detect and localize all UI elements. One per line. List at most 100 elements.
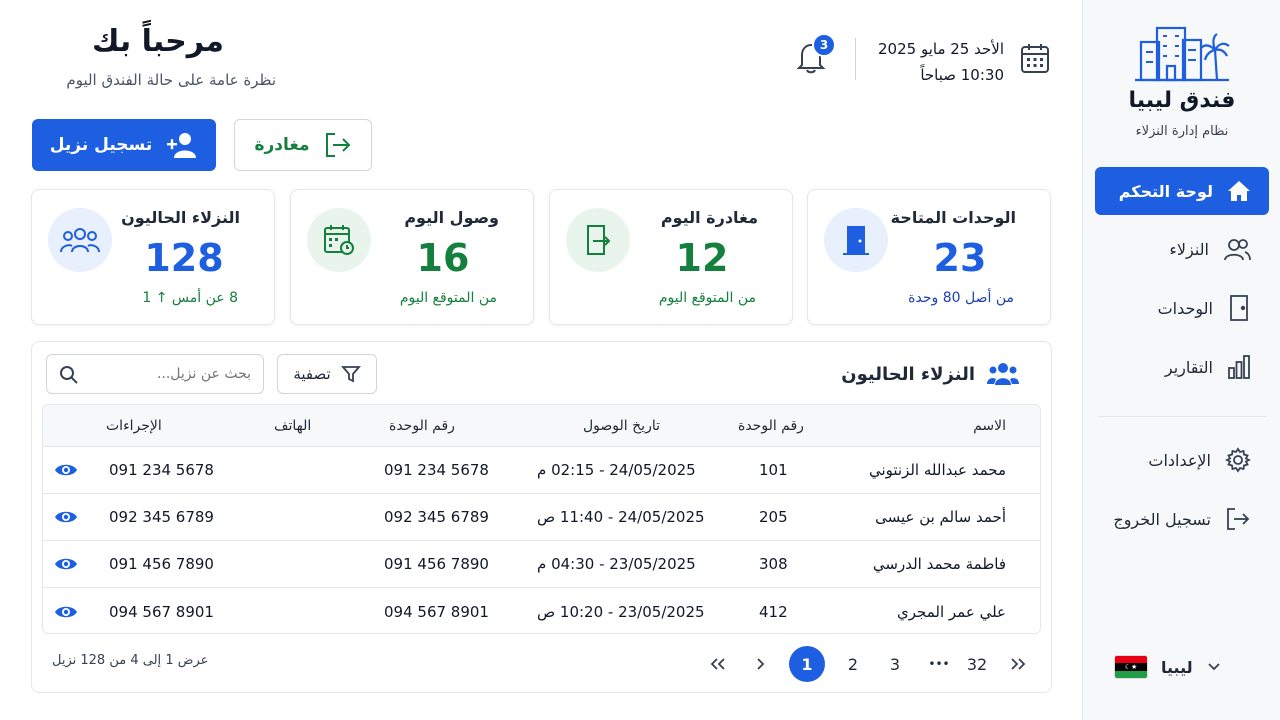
- column-header-actions: الإجراءات: [106, 417, 162, 434]
- phone-number: 091 234 5678: [109, 461, 214, 479]
- sidebar-item-label: الوحدات: [1157, 298, 1213, 318]
- sidebar-item-logout[interactable]: تسجيل الخروج: [1095, 495, 1269, 543]
- button-label: مغادرة: [254, 135, 310, 155]
- button-label: تسجيل نزيل: [49, 135, 153, 155]
- first-page-button[interactable]: [706, 646, 730, 682]
- table-row: محمد عبدالله الزنتوني 101 24/05/2025 - 0…: [43, 447, 1040, 494]
- last-page-button[interactable]: 32: [962, 646, 992, 682]
- notification-badge: 3: [812, 33, 836, 57]
- stat-value: 128: [144, 236, 224, 280]
- search-icon: [59, 365, 79, 385]
- panel-title-text: النزلاء الحاليون: [841, 363, 975, 385]
- search-box[interactable]: [46, 354, 264, 394]
- gear-icon: [1225, 447, 1251, 473]
- header-divider: [855, 38, 856, 80]
- column-header-arrival: تاريخ الوصول: [583, 417, 660, 434]
- chevron-down-icon: [1207, 662, 1221, 672]
- page-2-button[interactable]: 2: [840, 646, 866, 682]
- stat-subtitle: من أصل 80 وحدة: [908, 290, 1014, 306]
- guest-name: علي عمر المجري: [897, 602, 1006, 621]
- bar-chart-icon: [1227, 354, 1251, 380]
- current-time: 10:30 صباحاً: [920, 66, 1004, 84]
- sidebar-item-reports[interactable]: التقارير: [1095, 343, 1269, 391]
- stat-subtitle: من المتوقع اليوم: [399, 290, 497, 306]
- sidebar-item-settings[interactable]: الإعدادات: [1095, 436, 1269, 484]
- unit-number-2: 091 234 5678: [384, 461, 489, 479]
- phone-number: 091 456 7890: [109, 555, 214, 573]
- sidebar-item-dashboard[interactable]: لوحة التحكم: [1095, 167, 1269, 215]
- arrival-date: 23/05/2025 - 10:20 ص: [537, 602, 705, 621]
- unit-number-2: 091 456 7890: [384, 555, 489, 573]
- view-button[interactable]: [54, 588, 78, 633]
- button-label: تصفية: [293, 365, 331, 383]
- guest-name: أحمد سالم بن عيسى: [875, 508, 1006, 526]
- view-button[interactable]: [54, 541, 78, 587]
- unit-number: 101: [759, 461, 788, 479]
- filter-button[interactable]: تصفية: [277, 354, 377, 394]
- view-button[interactable]: [54, 447, 78, 493]
- arrival-date: 24/05/2025 - 11:40 ص: [537, 508, 705, 526]
- search-input[interactable]: [91, 363, 251, 385]
- checkout-button[interactable]: مغادرة: [234, 119, 372, 171]
- arrival-date: 23/05/2025 - 04:30 م: [537, 555, 696, 573]
- stat-card-arrivals: وصول اليوم 16 من المتوقع اليوم: [290, 189, 534, 325]
- current-guests-panel: النزلاء الحاليون تصفية الاسم رقم الوحدة …: [31, 341, 1052, 693]
- column-header-name: الاسم: [973, 417, 1006, 434]
- door-icon: [824, 208, 888, 272]
- stat-title: وصول اليوم: [404, 208, 499, 227]
- sidebar-item-units[interactable]: الوحدات: [1095, 284, 1269, 332]
- eye-icon: [54, 462, 78, 478]
- double-chevron-right-icon: [1009, 657, 1027, 671]
- unit-number: 412: [759, 602, 788, 621]
- eye-icon: [54, 509, 78, 525]
- guests-table: الاسم رقم الوحدة تاريخ الوصول رقم الوحدة…: [42, 404, 1041, 634]
- double-chevron-left-icon: [709, 657, 727, 671]
- page-1-button[interactable]: 1: [789, 646, 825, 682]
- language-selector[interactable]: ☾★ ليبيا: [1115, 650, 1245, 684]
- welcome-block: مرحباً بك نظرة عامة على حالة الفندق اليو…: [40, 24, 276, 89]
- hotel-logo-icon: [1133, 22, 1233, 82]
- brand-name: فندق ليبيا: [1128, 88, 1236, 113]
- table-row: علي عمر المجري 412 23/05/2025 - 10:20 ص …: [43, 588, 1040, 633]
- column-header-unit-2: رقم الوحدة: [389, 417, 455, 434]
- sidebar: فندق ليبيا نظام إدارة النزلاء لوحة التحك…: [1082, 0, 1280, 720]
- page-title: مرحباً بك: [91, 24, 224, 59]
- eye-icon: [54, 604, 78, 620]
- calendar-icon: [1020, 42, 1050, 74]
- exit-door-icon: [566, 208, 630, 272]
- eye-icon: [54, 556, 78, 572]
- home-icon: [1227, 180, 1251, 202]
- door-icon: [1227, 294, 1251, 322]
- view-button[interactable]: [54, 494, 78, 540]
- exit-icon: [324, 131, 352, 159]
- users-group-icon: [987, 362, 1019, 386]
- unit-number: 308: [759, 555, 788, 573]
- stat-title: النزلاء الحاليون: [121, 208, 240, 227]
- unit-number: 205: [759, 508, 788, 526]
- sidebar-item-guests[interactable]: النزلاء: [1095, 225, 1269, 273]
- pagination-ellipsis: •••: [928, 657, 950, 671]
- table-row: فاطمة محمد الدرسي 308 23/05/2025 - 04:30…: [43, 541, 1040, 588]
- stat-value: 12: [675, 236, 729, 280]
- chevron-left-icon: [754, 657, 766, 671]
- stat-subtitle: 8 عن أمس ↑ 1: [142, 290, 238, 306]
- page-3-button[interactable]: 3: [882, 646, 908, 682]
- date-time: الأحد 25 مايو 2025 10:30 صباحاً: [860, 36, 1004, 88]
- calendar-clock-icon: [307, 208, 371, 272]
- sidebar-divider: [1099, 416, 1267, 417]
- unit-number-2: 094 567 8901: [384, 602, 489, 621]
- current-date: الأحد 25 مايو 2025: [878, 40, 1004, 58]
- last-page-jump-button[interactable]: [1006, 646, 1030, 682]
- sidebar-item-label: تسجيل الخروج: [1113, 509, 1211, 529]
- prev-page-button[interactable]: [748, 646, 772, 682]
- table-header: الاسم رقم الوحدة تاريخ الوصول رقم الوحدة…: [43, 405, 1040, 447]
- filter-icon: [340, 364, 361, 384]
- phone-number: 092 345 6789: [109, 508, 214, 526]
- column-header-unit: رقم الوحدة: [738, 417, 804, 434]
- stat-subtitle: من المتوقع اليوم: [658, 290, 756, 306]
- checkin-button[interactable]: تسجيل نزيل: [32, 119, 216, 171]
- arrival-date: 24/05/2025 - 02:15 م: [537, 461, 696, 479]
- flag-icon: ☾★: [1115, 656, 1147, 678]
- phone-number: 094 567 8901: [109, 602, 214, 621]
- sidebar-item-label: الإعدادات: [1148, 450, 1211, 470]
